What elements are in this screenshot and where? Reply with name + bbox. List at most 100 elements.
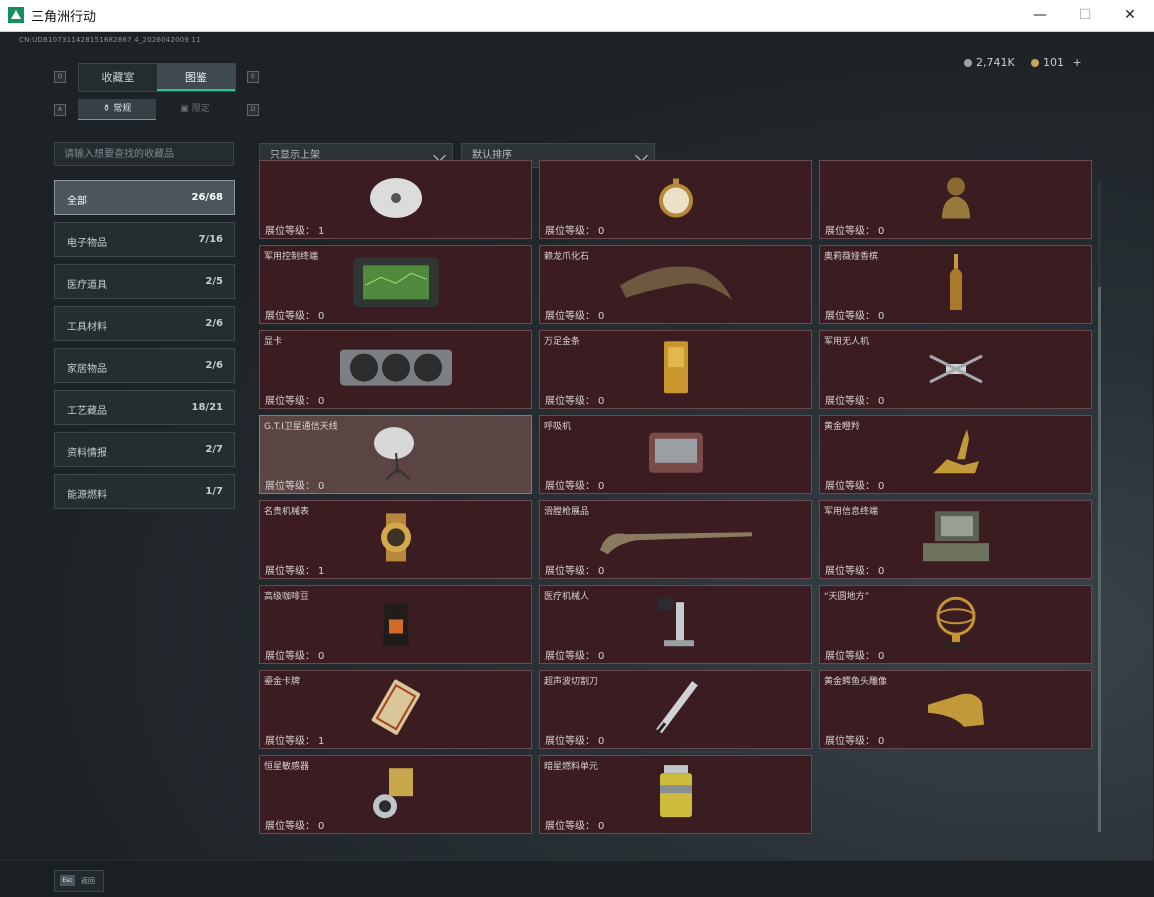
- musket-icon: [599, 531, 752, 554]
- back-button[interactable]: Esc 返回: [54, 870, 104, 892]
- category-medical[interactable]: 医疗道具 2/5: [54, 264, 235, 299]
- item-card[interactable]: “天圆地方” 展位等级： 0: [819, 585, 1092, 664]
- category-count: 2/7: [205, 444, 223, 455]
- item-name: 军用控制终端: [264, 252, 319, 262]
- gazelle-icon: [932, 428, 979, 473]
- tablet-icon: [352, 256, 439, 307]
- ultrasonic-cutter-icon: [655, 680, 698, 734]
- category-name: 家居物品: [67, 364, 107, 375]
- item-card[interactable]: 军用信息终端 展位等级： 0: [819, 500, 1092, 579]
- item-level: 展位等级： 0: [545, 481, 605, 492]
- subtab-limited[interactable]: ▣ 限定: [156, 99, 234, 119]
- silver-coin-icon: [964, 59, 972, 67]
- maximize-button[interactable]: ☐: [1062, 0, 1108, 31]
- gpu-icon: [339, 349, 452, 386]
- category-count: 2/6: [205, 360, 223, 371]
- item-card[interactable]: 展位等级： 1: [259, 160, 532, 239]
- item-card[interactable]: 万足金条 展位等级： 0: [539, 330, 812, 409]
- item-name: 赖龙爪化石: [544, 252, 590, 262]
- claw-fossil-icon: [619, 266, 732, 300]
- app-logo-icon: [8, 7, 24, 23]
- category-name: 电子物品: [67, 238, 107, 249]
- item-card[interactable]: 鎏金卡牌 展位等级： 1: [259, 670, 532, 749]
- item-level: 展位等级： 0: [265, 396, 325, 407]
- category-household[interactable]: 家居物品 2/6: [54, 348, 235, 383]
- ventilator-icon: [648, 432, 703, 473]
- category-name: 资料情报: [67, 448, 107, 459]
- item-card[interactable]: 奥莉薇娅香槟 展位等级： 0: [819, 245, 1092, 324]
- item-level: 展位等级： 0: [825, 566, 885, 577]
- category-electronics[interactable]: 电子物品 7/16: [54, 222, 235, 257]
- item-card[interactable]: 暗星燃料单元 展位等级： 0: [539, 755, 812, 834]
- item-level: 展位等级： 0: [545, 311, 605, 322]
- scrollbar-thumb[interactable]: [1098, 287, 1101, 832]
- item-card[interactable]: 超声波切割刀 展位等级： 0: [539, 670, 812, 749]
- item-name: 滑膛枪展品: [544, 507, 590, 517]
- subtab-limited-label: 限定: [191, 104, 210, 114]
- item-card[interactable]: 军用无人机 展位等级： 0: [819, 330, 1092, 409]
- item-card[interactable]: 呼吸机 展位等级： 0: [539, 415, 812, 494]
- item-card[interactable]: G.T.I卫星通信天线 展位等级： 0: [259, 415, 532, 494]
- item-card[interactable]: 显卡 展位等级： 0: [259, 330, 532, 409]
- category-all[interactable]: 全部 26/68: [54, 180, 235, 215]
- category-count: 1/7: [205, 486, 223, 497]
- disc-icon: [369, 177, 422, 218]
- window-titlebar: 三角洲行动 — ☐ ✕: [0, 0, 1154, 32]
- satellite-dish-icon: [373, 426, 414, 480]
- item-name: 医疗机械人: [544, 592, 590, 602]
- category-fuel[interactable]: 能源燃料 1/7: [54, 474, 235, 509]
- item-level: 展位等级： 0: [545, 651, 605, 662]
- flask-icon: ⚱: [102, 104, 111, 114]
- item-name: 恒星敏感器: [264, 762, 310, 772]
- subtab-regular-label: 常规: [113, 104, 132, 114]
- category-count: 2/5: [205, 276, 223, 287]
- item-level: 展位等级： 0: [265, 821, 325, 832]
- rugged-laptop-icon: [922, 510, 989, 561]
- gilded-card-icon: [371, 679, 420, 735]
- item-name: 呼吸机: [544, 422, 572, 432]
- item-name: 军用信息终端: [824, 507, 879, 517]
- item-card[interactable]: 恒星敏感器 展位等级： 0: [259, 755, 532, 834]
- close-button[interactable]: ✕: [1107, 0, 1153, 31]
- add-currency-button[interactable]: +: [1073, 56, 1082, 69]
- item-card[interactable]: 军用控制终端 展位等级： 0: [259, 245, 532, 324]
- item-name: 黄金瞪羚: [824, 422, 861, 432]
- item-level: 展位等级： 1: [265, 736, 325, 747]
- tab-codex[interactable]: 图鉴: [157, 64, 235, 91]
- item-name: 奥莉薇娅香槟: [824, 252, 879, 262]
- key-hint-a: A: [54, 104, 66, 116]
- search-input[interactable]: 请输入想要查找的收藏品: [54, 142, 234, 166]
- item-level: 展位等级： 0: [825, 396, 885, 407]
- subtab-regular[interactable]: ⚱ 常规: [78, 99, 156, 120]
- item-card[interactable]: 赖龙爪化石 展位等级： 0: [539, 245, 812, 324]
- category-name: 全部: [67, 196, 87, 207]
- gold-currency[interactable]: 101 +: [1031, 56, 1082, 69]
- item-name: 高级咖啡豆: [264, 592, 310, 602]
- grid-scrollbar[interactable]: [1098, 182, 1101, 832]
- category-tools[interactable]: 工具材料 2/6: [54, 306, 235, 341]
- item-card[interactable]: 名贵机械表 展位等级： 1: [259, 500, 532, 579]
- item-card[interactable]: 滑膛枪展品 展位等级： 0: [539, 500, 812, 579]
- item-card[interactable]: 展位等级： 0: [539, 160, 812, 239]
- item-card[interactable]: 展位等级： 0: [819, 160, 1092, 239]
- category-intel[interactable]: 资料情报 2/7: [54, 432, 235, 467]
- item-level: 展位等级： 1: [265, 566, 325, 577]
- item-level: 展位等级： 0: [825, 226, 885, 237]
- item-card[interactable]: 高级咖啡豆 展位等级： 0: [259, 585, 532, 664]
- item-name: “天圆地方”: [824, 592, 870, 602]
- user-id: CN:UDB107311428151682867 4_2026042009 11: [19, 36, 201, 44]
- window-title: 三角洲行动: [31, 10, 97, 25]
- item-name: 暗星燃料单元: [544, 762, 599, 772]
- box-icon: ▣: [180, 104, 189, 114]
- item-card[interactable]: 黄金瞪羚 展位等级： 0: [819, 415, 1092, 494]
- item-level: 展位等级： 0: [825, 311, 885, 322]
- category-name: 工具材料: [67, 322, 107, 333]
- silver-amount: 2,741K: [976, 56, 1015, 69]
- item-card[interactable]: 黄金鳄鱼头雕像 展位等级： 0: [819, 670, 1092, 749]
- key-hint-e: E: [247, 71, 259, 83]
- item-level: 展位等级： 0: [825, 651, 885, 662]
- item-card[interactable]: 医疗机械人 展位等级： 0: [539, 585, 812, 664]
- category-crafts[interactable]: 工艺藏品 18/21: [54, 390, 235, 425]
- minimize-button[interactable]: —: [1017, 0, 1063, 31]
- tab-collection-room[interactable]: 收藏室: [79, 64, 157, 91]
